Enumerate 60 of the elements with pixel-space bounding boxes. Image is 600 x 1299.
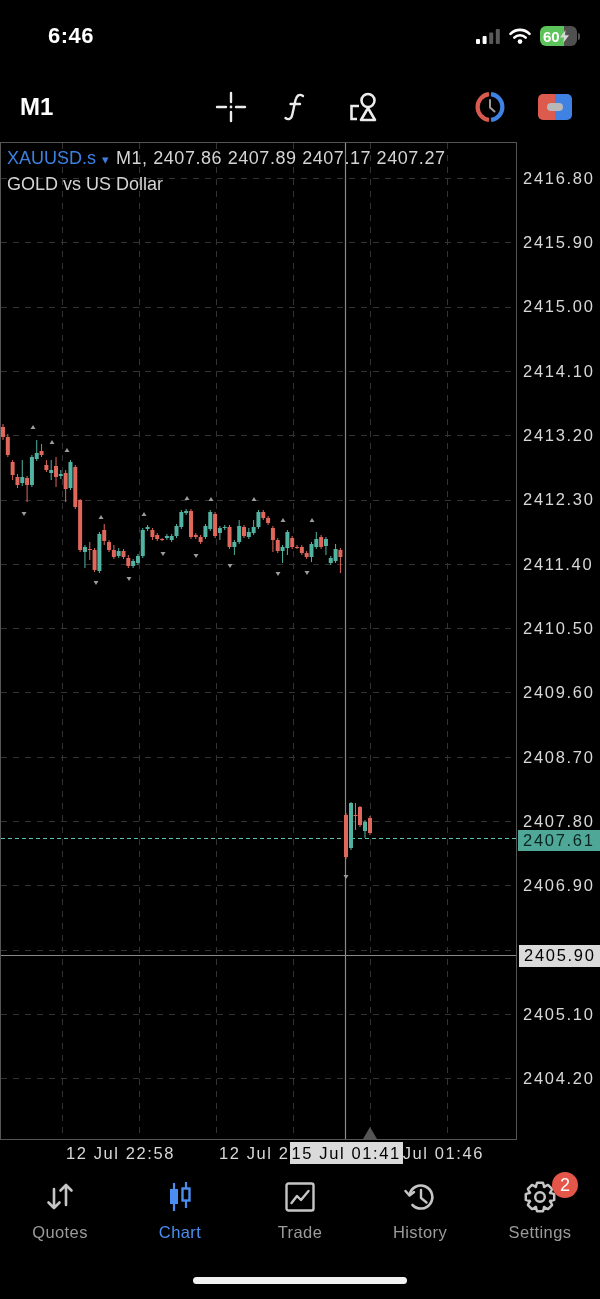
time-axis-label: Jul 01:46 (402, 1143, 485, 1164)
up-triangle-icon (49, 440, 55, 444)
caret-icon[interactable]: ▾ (102, 148, 109, 172)
price-axis-label: 2405.10 (523, 1005, 595, 1023)
down-triangle-icon (21, 512, 27, 516)
line-chart-icon (284, 1181, 316, 1213)
up-triangle-icon (98, 515, 104, 519)
nav-tab[interactable]: Trade (240, 1170, 360, 1250)
clock-icon[interactable] (474, 91, 507, 123)
signal-icon (476, 28, 500, 44)
symbol-selector[interactable]: XAUUSD.s (7, 146, 96, 170)
toggle-icon[interactable] (538, 94, 573, 120)
symbol-description: GOLD vs US Dollar (7, 173, 164, 196)
up-triangle-icon (208, 497, 214, 501)
nav-tab[interactable]: 2 Settings (480, 1170, 600, 1250)
price-axis-label: 2404.20 (523, 1070, 595, 1087)
bolt-icon (559, 29, 569, 43)
price-axis-label: 2406.90 (523, 877, 595, 894)
up-triangle-icon (141, 512, 147, 516)
down-triangle-icon (343, 875, 349, 879)
down-triangle-icon (275, 572, 281, 576)
time-axis-label: 12 Jul 22:58 (66, 1143, 177, 1164)
crosshair-price-tag: 2405.90 (519, 944, 600, 967)
price-axis-label: 2409.60 (523, 684, 595, 701)
up-triangle-icon (309, 518, 315, 522)
up-triangle-icon (30, 425, 36, 429)
up-triangle-icon (184, 496, 190, 500)
up-triangle-icon (280, 518, 286, 522)
down-triangle-icon (227, 564, 233, 568)
status-time: 6:46 (48, 23, 95, 49)
price-axis-label: 2415.00 (523, 298, 595, 315)
price-axis-label: 2414.10 (523, 362, 595, 380)
down-triangle-icon (304, 571, 310, 575)
time-axis-label: 12 Jul 2 (219, 1143, 290, 1164)
down-triangle-icon (160, 552, 166, 556)
price-axis-label: 2407.80 (523, 812, 595, 830)
crosshair-icon[interactable] (215, 91, 248, 123)
up-triangle-icon (64, 448, 70, 452)
down-triangle-icon (193, 554, 199, 558)
price-axis-label: 2411.40 (523, 555, 594, 573)
current-price-tag: 2407.61 (518, 830, 600, 851)
price-axis-label: 2410.50 (523, 619, 595, 637)
crosshair-time-tag: 15 Jul 01:41 (289, 1142, 403, 1164)
nav-tab[interactable]: History (360, 1170, 480, 1250)
down-triangle-icon (126, 577, 132, 581)
timeframe-selector[interactable]: M1 (20, 93, 54, 121)
battery-percentage: 60 (543, 28, 560, 44)
notification-badge: 2 (552, 1172, 578, 1198)
price-axis-label: 2413.20 (523, 427, 595, 444)
nav-tab[interactable]: Quotes (0, 1170, 120, 1250)
price-axis-label: 2408.70 (523, 748, 595, 766)
down-triangle-icon (93, 581, 99, 585)
wifi-icon (509, 28, 531, 44)
price-axis-label: 2412.30 (523, 491, 595, 508)
history-icon (404, 1181, 436, 1213)
price-axis-label: 2415.90 (523, 234, 595, 251)
up-triangle-icon (251, 497, 257, 501)
price-axis-label: 2416.80 (523, 169, 595, 187)
nav-tab[interactable]: Chart (120, 1170, 240, 1250)
gear-icon (524, 1181, 556, 1213)
